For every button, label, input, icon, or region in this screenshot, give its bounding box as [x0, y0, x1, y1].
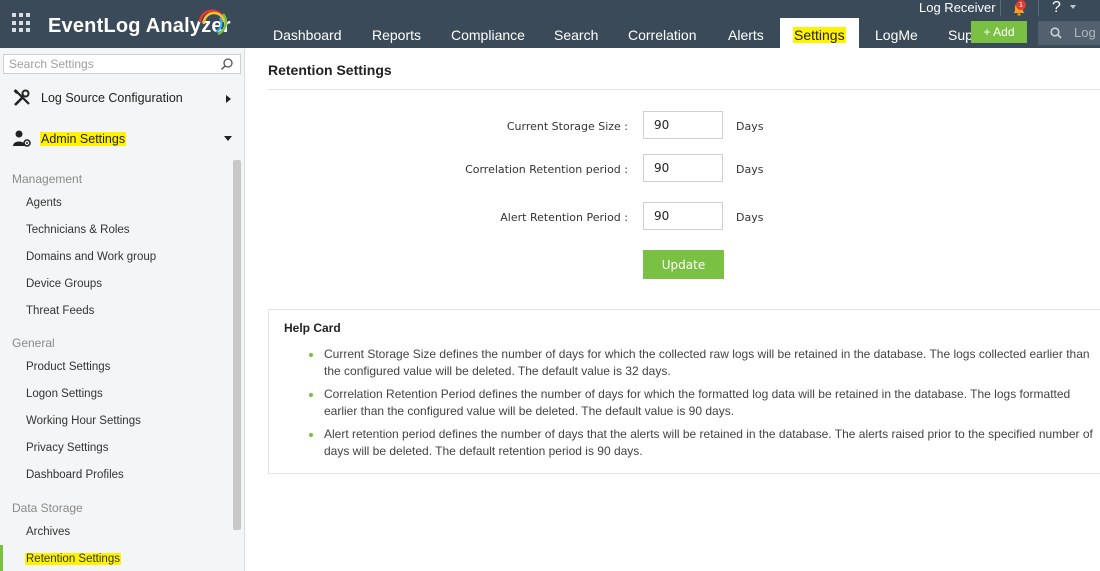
- settings-search-input[interactable]: Search Settings: [3, 54, 241, 74]
- tab-search[interactable]: Search: [554, 18, 598, 48]
- sidebar-item-product-settings[interactable]: Product Settings: [26, 361, 110, 373]
- chevron-right-icon: [226, 95, 231, 103]
- help-item: Correlation Retention Period defines the…: [309, 386, 1100, 420]
- help-card-title: Help Card: [284, 321, 341, 335]
- tab-dashboard[interactable]: Dashboard: [273, 18, 342, 48]
- divider: [268, 89, 1100, 90]
- page-title: Retention Settings: [268, 62, 392, 78]
- sidebar-item-technicians-roles[interactable]: Technicians & Roles: [26, 224, 130, 236]
- search-icon[interactable]: [1050, 27, 1062, 39]
- global-search-input[interactable]: Log: [1038, 21, 1100, 45]
- sidebar-group-title: Data Storage: [12, 501, 83, 515]
- sidebar-item-logon-settings[interactable]: Logon Settings: [26, 388, 103, 400]
- admin-user-gear-icon: [13, 130, 31, 147]
- sidebar-group-title: Management: [12, 172, 83, 186]
- tab-compliance[interactable]: Compliance: [451, 18, 525, 48]
- sidebar-item-privacy-settings[interactable]: Privacy Settings: [26, 442, 108, 454]
- active-item-indicator: [0, 545, 3, 571]
- chevron-down-icon: [224, 136, 232, 141]
- app-grid-icon[interactable]: [12, 13, 32, 33]
- sidebar-group-title: General: [12, 336, 55, 350]
- sidebar-section-admin-settings[interactable]: Admin Settings: [0, 118, 244, 158]
- sidebar-item-threat-feeds[interactable]: Threat Feeds: [26, 305, 94, 317]
- logo-swoosh-icon: [198, 9, 228, 36]
- help-card: Help Card Current Storage Size defines t…: [268, 309, 1100, 474]
- bullet-icon: [309, 433, 313, 437]
- help-item-text: Correlation Retention Period defines the…: [324, 387, 1071, 418]
- search-icon[interactable]: [220, 57, 234, 71]
- sidebar-item-dashboard-profiles[interactable]: Dashboard Profiles: [26, 469, 124, 481]
- log-receiver-link[interactable]: Log Receiver: [919, 0, 996, 15]
- tab-settings-label: Settings: [793, 27, 846, 43]
- sidebar-item-working-hour-settings[interactable]: Working Hour Settings: [26, 415, 141, 427]
- sidebar-section-label: Log Source Configuration: [41, 91, 183, 105]
- sidebar-section-label: Admin Settings: [40, 132, 127, 146]
- unit-label: Days: [736, 211, 764, 224]
- help-item: Alert retention period defines the numbe…: [309, 426, 1100, 460]
- current-storage-size-input[interactable]: [643, 111, 723, 139]
- sidebar-item-label: Retention Settings: [25, 553, 121, 565]
- help-list: Current Storage Size defines the number …: [309, 346, 1100, 466]
- tab-reports[interactable]: Reports: [372, 18, 421, 48]
- current-storage-size-label: Current Storage Size :: [506, 120, 628, 133]
- notification-badge: 1: [1016, 0, 1026, 10]
- help-item-text: Current Storage Size defines the number …: [324, 347, 1090, 378]
- sidebar-item-agents[interactable]: Agents: [26, 197, 62, 209]
- chevron-down-icon[interactable]: [1070, 5, 1076, 9]
- unit-label: Days: [736, 120, 764, 133]
- tab-alerts[interactable]: Alerts: [728, 18, 764, 48]
- topbar-divider: [1038, 0, 1039, 16]
- sidebar-section-log-source-configuration[interactable]: Log Source Configuration: [0, 78, 244, 118]
- unit-label: Days: [736, 163, 764, 176]
- tools-icon: [13, 89, 30, 106]
- tab-support[interactable]: Sup: [948, 18, 973, 48]
- help-menu-icon[interactable]: ?: [1052, 0, 1061, 17]
- alert-retention-label: Alert Retention Period :: [500, 211, 628, 224]
- tab-settings[interactable]: Settings: [780, 18, 859, 48]
- bullet-icon: [309, 353, 313, 357]
- sidebar-item-retention-settings[interactable]: Retention Settings: [25, 553, 121, 565]
- sidebar-item-archives[interactable]: Archives: [26, 526, 70, 538]
- alert-retention-input[interactable]: [643, 202, 723, 230]
- help-item-text: Alert retention period defines the numbe…: [324, 427, 1093, 458]
- correlation-retention-input[interactable]: [643, 154, 723, 182]
- bullet-icon: [309, 393, 313, 397]
- topbar-divider: [1000, 0, 1001, 16]
- add-button[interactable]: + Add: [971, 21, 1027, 43]
- update-button[interactable]: Update: [643, 250, 724, 279]
- correlation-retention-label: Correlation Retention period :: [465, 163, 628, 176]
- help-item: Current Storage Size defines the number …: [309, 346, 1100, 380]
- sidebar-scrollbar[interactable]: [233, 160, 241, 530]
- sidebar-item-domains-workgroup[interactable]: Domains and Work group: [26, 251, 156, 263]
- sidebar-item-device-groups[interactable]: Device Groups: [26, 278, 102, 290]
- tab-logme[interactable]: LogMe: [875, 18, 918, 48]
- tab-correlation[interactable]: Correlation: [628, 18, 696, 48]
